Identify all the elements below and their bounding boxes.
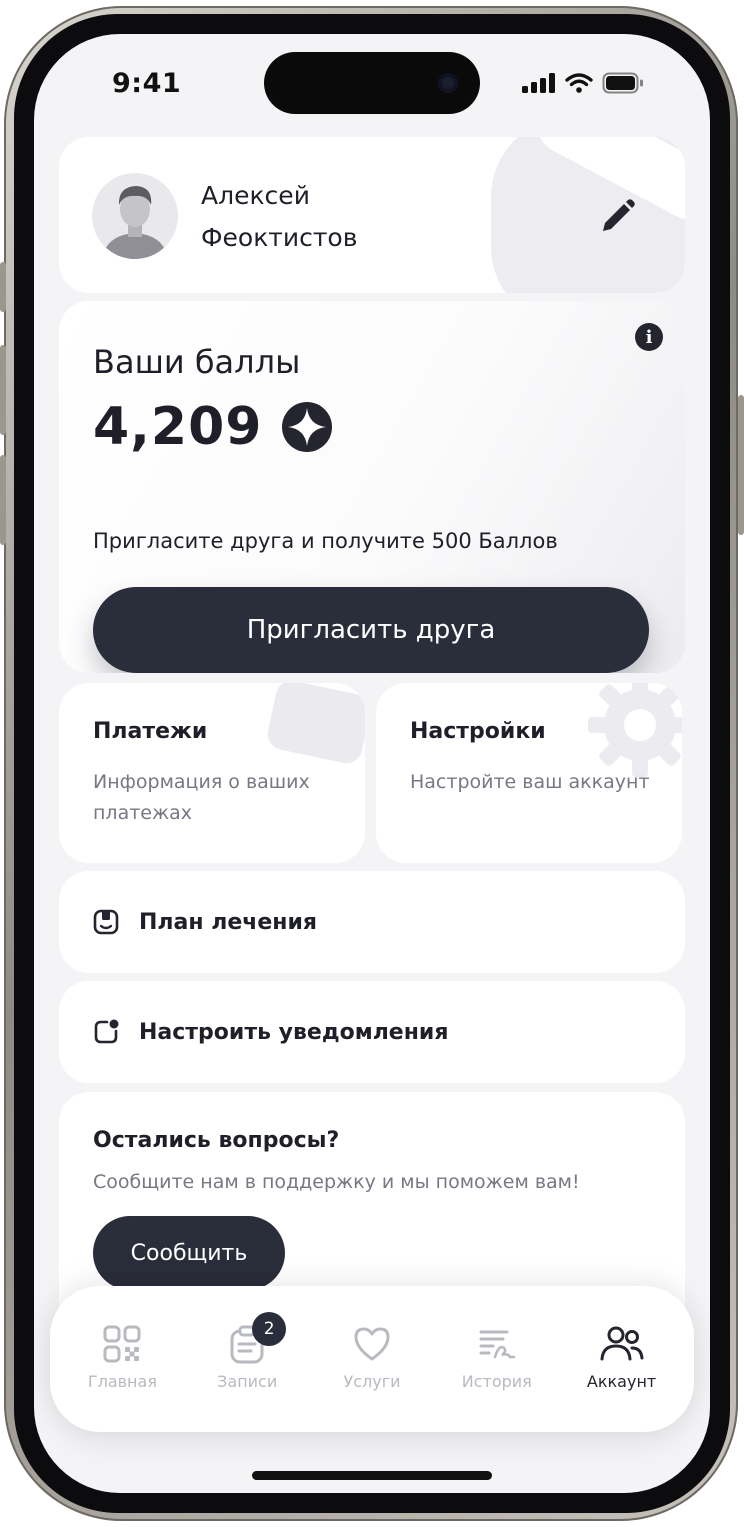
- appointments-badge: 2: [252, 1312, 287, 1346]
- points-card: i Ваши баллы 4,209 Пригласите друга и по…: [59, 301, 685, 673]
- home-indicator[interactable]: [252, 1471, 492, 1480]
- profile-last-name: Феоктистов: [201, 223, 358, 252]
- camera-icon: [438, 73, 458, 93]
- profile-card: Алексей Феоктистов: [59, 137, 685, 293]
- payments-subtitle: Информация о ваших платежах: [93, 771, 310, 824]
- wifi-icon: [565, 73, 593, 93]
- payments-title: Платежи: [93, 719, 208, 744]
- heart-icon: [354, 1327, 390, 1361]
- status-time: 9:41: [112, 68, 182, 99]
- volume-up-button: [0, 345, 6, 435]
- settings-title: Настройки: [410, 719, 546, 744]
- payments-card[interactable]: Платежи Информация о ваших платежах: [59, 683, 365, 863]
- grid-icon: [103, 1325, 141, 1363]
- tab-history-label: История: [461, 1372, 532, 1391]
- pencil-icon: [603, 199, 635, 231]
- tab-history[interactable]: История: [438, 1286, 556, 1391]
- avatar-person-icon: [102, 186, 168, 259]
- treatment-plan-row[interactable]: План лечения: [59, 871, 685, 973]
- invite-text: Пригласите друга и получите 500 Баллов: [93, 529, 558, 553]
- profile-name: Алексей Феоктистов: [201, 175, 357, 259]
- points-value-row: 4,209: [93, 397, 334, 457]
- report-button[interactable]: Сообщить: [93, 1216, 285, 1290]
- points-value: 4,209: [93, 397, 263, 457]
- tab-home-label: Главная: [87, 1372, 157, 1391]
- battery-icon: [602, 72, 643, 94]
- tab-home[interactable]: Главная: [63, 1286, 181, 1391]
- profile-first-name: Алексей: [201, 181, 310, 210]
- avatar[interactable]: [92, 173, 178, 259]
- settings-card[interactable]: Настройки Настройте ваш аккаунт: [376, 683, 682, 863]
- dynamic-island: [264, 52, 480, 114]
- tab-account-label: Аккаунт: [586, 1372, 657, 1391]
- volume-down-button: [0, 455, 6, 545]
- points-title: Ваши баллы: [93, 343, 301, 381]
- status-icons: [522, 72, 644, 94]
- treatment-plan-icon: [93, 909, 119, 935]
- notifications-label: Настроить уведомления: [139, 1019, 449, 1045]
- tab-bar: Главная Записи 2 Услуги История Аккаунт: [50, 1286, 694, 1432]
- power-button: [738, 395, 744, 535]
- screen: 9:41 Алексей Феоктистов i Ваши баллы 4,2…: [34, 34, 710, 1493]
- tab-appointments[interactable]: Записи 2: [188, 1286, 306, 1391]
- tab-services[interactable]: Услуги: [313, 1286, 431, 1391]
- treatment-plan-label: План лечения: [139, 909, 318, 935]
- notifications-row[interactable]: Настроить уведомления: [59, 981, 685, 1083]
- support-subtitle: Сообщите нам в поддержку и мы поможем ва…: [93, 1171, 580, 1193]
- tab-account[interactable]: Аккаунт: [563, 1286, 681, 1391]
- invite-friend-button[interactable]: Пригласить друга: [93, 587, 649, 673]
- card-decoration-icon: [264, 683, 365, 767]
- support-title: Остались вопросы?: [93, 1128, 340, 1153]
- points-coin-icon: [282, 402, 333, 452]
- signal-icon: [522, 73, 555, 93]
- info-icon[interactable]: i: [635, 323, 663, 351]
- edit-profile-button[interactable]: [595, 195, 639, 239]
- settings-subtitle: Настройте ваш аккаунт: [410, 771, 650, 793]
- history-icon: [479, 1330, 516, 1359]
- mute-switch: [0, 262, 6, 312]
- tab-services-label: Услуги: [343, 1372, 401, 1391]
- notification-icon: [93, 1019, 119, 1045]
- users-icon: [600, 1326, 644, 1361]
- tab-appointments-label: Записи: [217, 1372, 278, 1391]
